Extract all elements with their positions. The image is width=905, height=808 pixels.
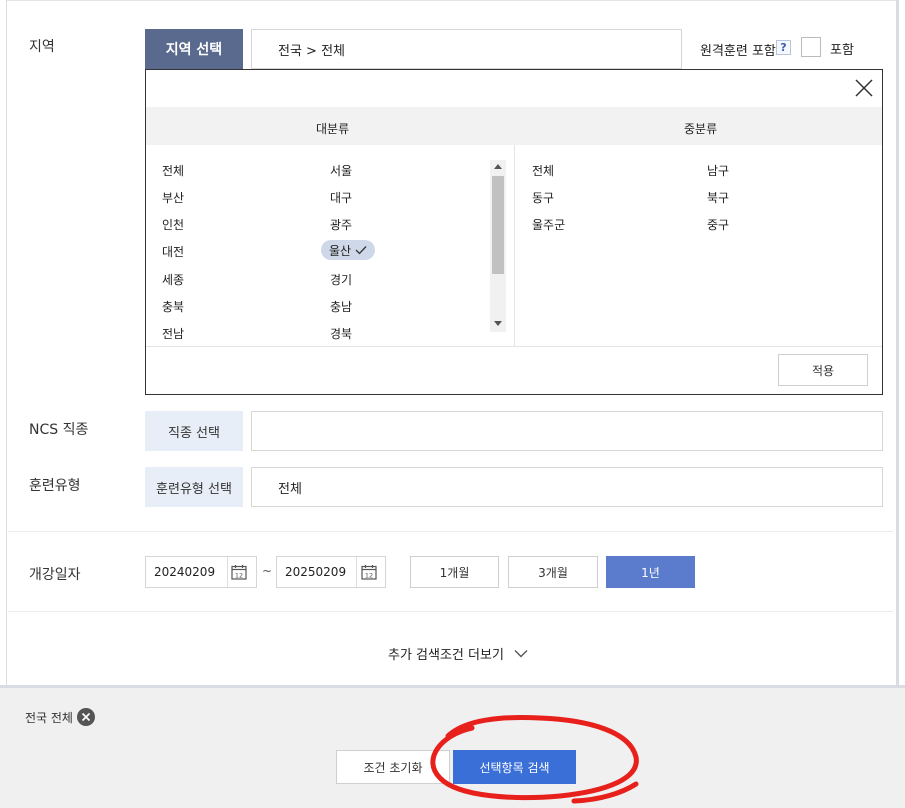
region-item-selected-label: 울산 (329, 243, 352, 258)
period-1-month-button[interactable]: 1개월 (410, 556, 499, 588)
major-list-scrollbar[interactable] (490, 160, 506, 332)
svg-text:12: 12 (235, 571, 243, 579)
search-summary-bar (0, 688, 905, 808)
form-right-border (896, 0, 899, 688)
region-item[interactable]: 전남 (162, 325, 184, 342)
chevron-down-icon (514, 650, 528, 658)
region-item[interactable]: 세종 (162, 271, 184, 288)
district-item[interactable]: 남구 (707, 162, 729, 179)
region-item[interactable]: 서울 (330, 162, 352, 179)
remove-icon[interactable] (76, 708, 95, 726)
start-date-label: 개강일자 (29, 567, 81, 583)
training-type-value: 전체 (278, 481, 302, 497)
calendar-icon[interactable]: 12 (231, 564, 247, 580)
summary-top-border (0, 685, 905, 688)
calendar-icon[interactable]: 12 (361, 564, 377, 580)
region-item[interactable]: 충남 (330, 298, 352, 315)
district-item[interactable]: 울주군 (532, 216, 565, 233)
help-icon[interactable]: ? (776, 40, 791, 55)
district-item[interactable]: 전체 (532, 162, 554, 179)
region-select-button[interactable]: 지역 선택 (145, 29, 243, 69)
region-item[interactable]: 광주 (330, 216, 352, 233)
form-left-border (6, 0, 7, 688)
scroll-down-icon[interactable] (494, 321, 502, 326)
selected-condition-chip: 전국 전체 (25, 708, 95, 726)
region-item[interactable]: 전체 (162, 162, 184, 179)
start-date-from-value: 20240209 (154, 565, 216, 579)
region-item[interactable]: 대구 (330, 189, 352, 206)
start-date-from-field[interactable]: 20240209 12 (145, 556, 257, 588)
region-item[interactable]: 경기 (330, 271, 352, 288)
date-range-separator: ~ (262, 564, 273, 578)
include-label: 포함 (830, 43, 854, 58)
scroll-up-icon[interactable] (494, 164, 502, 169)
ncs-select-button[interactable]: 직종 선택 (145, 411, 243, 451)
region-item[interactable]: 대전 (162, 243, 184, 260)
region-select-panel: 대분류 중분류 전체 부산 인천 대전 세종 충북 전남 서울 대구 광주 울산… (145, 69, 883, 395)
period-1-year-button[interactable]: 1년 (606, 556, 695, 588)
svg-text:12: 12 (365, 571, 373, 579)
region-item[interactable]: 인천 (162, 216, 184, 233)
district-item[interactable]: 동구 (532, 189, 554, 206)
ncs-field[interactable] (251, 411, 883, 451)
region-item[interactable]: 부산 (162, 189, 184, 206)
more-conditions-toggle[interactable]: 추가 검색조건 더보기 (388, 644, 528, 663)
remote-training-label: 원격훈련 포함 (700, 44, 776, 59)
region-item-selected[interactable]: 울산 (321, 240, 376, 260)
start-date-to-field[interactable]: 20250209 12 (276, 556, 386, 588)
training-type-select-button[interactable]: 훈련유형 선택 (145, 467, 243, 507)
start-date-to-value: 20250209 (285, 565, 347, 579)
reset-conditions-button[interactable]: 조건 초기화 (336, 750, 450, 784)
training-type-label: 훈련유형 (29, 478, 81, 494)
period-3-month-button[interactable]: 3개월 (508, 556, 598, 588)
divider (8, 611, 893, 612)
region-selected-path: 전국 > 전체 (278, 43, 345, 59)
region-selected-field[interactable]: 전국 > 전체 (251, 29, 682, 69)
search-selected-button[interactable]: 선택항목 검색 (453, 750, 576, 784)
check-icon (355, 246, 367, 255)
region-item[interactable]: 충북 (162, 298, 184, 315)
form-top-border (7, 0, 898, 5)
panel-header-bar (146, 107, 882, 145)
training-type-field[interactable]: 전체 (251, 467, 883, 507)
region-label: 지역 (29, 39, 55, 55)
more-conditions-label: 추가 검색조건 더보기 (388, 648, 504, 663)
region-item[interactable]: 경북 (330, 325, 352, 342)
district-item[interactable]: 북구 (707, 189, 729, 206)
ncs-label: NCS 직종 (29, 422, 89, 438)
close-icon[interactable] (854, 78, 874, 98)
selected-condition-label: 전국 전체 (25, 710, 73, 725)
column-divider (514, 145, 515, 346)
apply-button[interactable]: 적용 (778, 354, 868, 386)
district-item[interactable]: 중구 (707, 216, 729, 233)
minor-category-header: 중분류 (684, 122, 718, 136)
panel-footer-divider (146, 346, 882, 347)
divider (8, 531, 893, 532)
major-category-header: 대분류 (316, 122, 350, 136)
remote-include-checkbox[interactable] (801, 37, 821, 57)
scrollbar-thumb[interactable] (492, 176, 504, 274)
major-category-list: 전체 부산 인천 대전 세종 충북 전남 서울 대구 광주 울산 경기 충남 경… (146, 145, 490, 345)
